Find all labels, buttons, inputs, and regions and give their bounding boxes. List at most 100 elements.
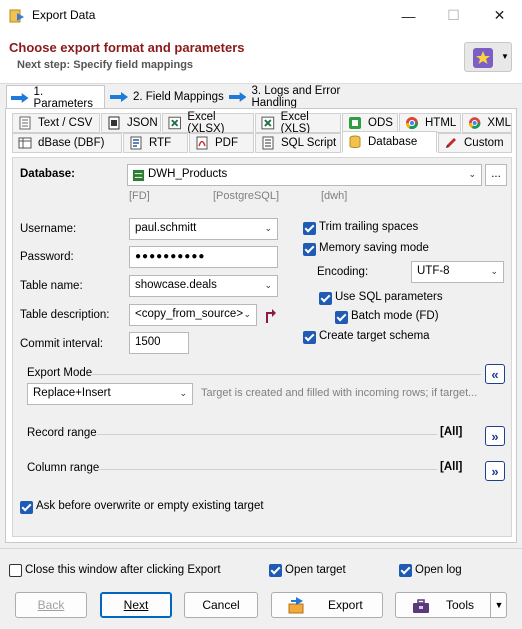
db-tag-fd: [FD]: [129, 190, 150, 202]
column-range-divider: [97, 469, 437, 470]
export-mode-divider: [89, 374, 481, 375]
open-log-checkbox[interactable]: [399, 564, 412, 577]
column-range-value: [All]: [440, 461, 463, 473]
database-label: Database:: [20, 168, 75, 180]
password-input[interactable]: ●●●●●●●●●●: [129, 246, 278, 268]
tab-rtf[interactable]: RTF: [123, 133, 188, 153]
undo-arrow-icon[interactable]: [263, 308, 277, 324]
tools-dropdown-arrow-icon[interactable]: ▼: [490, 593, 507, 617]
tab-json[interactable]: JSON: [101, 113, 161, 133]
tab-html[interactable]: HTML: [399, 113, 461, 133]
next-button[interactable]: Next: [100, 592, 172, 618]
wizard-footer: Close this window after clicking Export …: [0, 548, 522, 629]
window-title: Export Data: [32, 8, 96, 22]
cancel-button[interactable]: Cancel: [184, 592, 258, 618]
close-after-export-checkbox[interactable]: [9, 564, 22, 577]
chevron-down-icon: ▼: [501, 52, 509, 61]
title-bar: Export Data — ☐ ✕: [0, 0, 522, 31]
back-button[interactable]: Back: [15, 592, 87, 618]
ods-icon: [349, 117, 361, 129]
tab-ods[interactable]: ODS: [342, 113, 398, 133]
table-name-label: Table name:: [20, 280, 83, 292]
step-tabs: 1. Parameters 2. Field Mappings 3. Logs …: [0, 85, 522, 110]
database-icon: [349, 135, 361, 148]
export-app-icon: [9, 9, 24, 23]
use-sql-parameters-checkbox[interactable]: [319, 292, 332, 305]
export-mode-hint: Target is created and filled with incomi…: [201, 387, 478, 399]
export-icon: [288, 597, 304, 614]
chevron-down-icon: ⌄: [179, 388, 187, 398]
tab-sql-script[interactable]: SQL Script: [255, 133, 341, 153]
tab-text-csv[interactable]: Text / CSV: [12, 113, 100, 133]
chevron-down-icon: ⌄: [264, 223, 272, 233]
rtf-icon: [130, 136, 142, 150]
minimize-button[interactable]: —: [386, 0, 431, 31]
toolbox-icon: [413, 599, 429, 613]
tab-custom[interactable]: Custom: [438, 133, 512, 153]
table-description-label: Table description:: [20, 309, 110, 321]
tab-excel-xlsx[interactable]: Excel (XLSX): [162, 111, 254, 135]
arrow-right-icon: [229, 92, 247, 102]
trim-trailing-spaces-label: Trim trailing spaces: [319, 221, 419, 233]
tab-logs-error-handling[interactable]: 3. Logs and Error Handling: [225, 85, 385, 109]
chevron-down-icon: ⌄: [490, 266, 498, 276]
excel-icon: [168, 116, 181, 130]
chevron-down-icon: ⌄: [243, 309, 251, 319]
tab-xml[interactable]: XML: [462, 113, 512, 133]
json-icon: [108, 116, 120, 130]
close-after-export-label: Close this window after clicking Export: [25, 564, 221, 576]
tools-button[interactable]: Tools ▼: [395, 592, 507, 618]
star-icon: [473, 48, 493, 68]
excel-icon: [261, 116, 275, 130]
database-settings: Database: DWH_Products ⌄ ... [FD] [Postg…: [12, 157, 512, 537]
username-label: Username:: [20, 223, 77, 235]
record-range-value: [All]: [440, 426, 463, 438]
dbase-icon: [18, 137, 32, 149]
username-input[interactable]: paul.schmitt ⌄: [129, 218, 278, 240]
create-target-schema-label: Create target schema: [319, 330, 430, 342]
export-mode-label: Export Mode: [27, 367, 93, 379]
use-sql-parameters-label: Use SQL parameters: [335, 291, 443, 303]
close-button[interactable]: ✕: [477, 0, 522, 31]
collapse-export-mode-button[interactable]: «: [485, 364, 505, 384]
column-range-label: Column range: [27, 462, 100, 474]
parameters-panel: Text / CSV JSON Excel (XLSX) Excel (XLS)…: [5, 108, 517, 543]
create-target-schema-checkbox[interactable]: [303, 331, 316, 344]
trim-trailing-spaces-checkbox[interactable]: [303, 222, 316, 235]
chrome-icon: [406, 117, 418, 130]
commit-interval-input[interactable]: 1500: [129, 332, 189, 354]
batch-mode-checkbox[interactable]: [335, 311, 348, 324]
password-label: Password:: [20, 251, 74, 263]
page-title: Choose export format and parameters: [9, 40, 245, 55]
database-select[interactable]: DWH_Products ⌄: [127, 164, 482, 186]
table-name-input[interactable]: showcase.deals ⌄: [129, 275, 278, 297]
expand-column-range-button[interactable]: »: [485, 461, 505, 481]
export-button[interactable]: Export: [271, 592, 383, 618]
tab-dbase[interactable]: dBase (DBF): [12, 133, 122, 153]
sql-icon: [262, 136, 274, 150]
memory-saving-checkbox[interactable]: [303, 243, 316, 256]
chevron-down-icon: ⌄: [468, 169, 476, 179]
table-description-input[interactable]: <copy_from_source> ⌄: [129, 304, 257, 326]
favorites-button[interactable]: ▼: [464, 42, 512, 72]
next-step-hint: Next step: Specify field mappings: [17, 59, 194, 71]
export-mode-select[interactable]: Replace+Insert ⌄: [27, 383, 193, 405]
ask-before-overwrite-label: Ask before overwrite or empty existing t…: [36, 500, 264, 512]
browse-button[interactable]: ...: [485, 164, 507, 186]
db-tag-dwh: [dwh]: [321, 190, 348, 202]
commit-interval-label: Commit interval:: [20, 338, 104, 350]
tab-database[interactable]: Database: [342, 131, 437, 153]
ask-before-overwrite-checkbox[interactable]: [20, 501, 33, 514]
encoding-label: Encoding:: [317, 266, 369, 278]
open-log-label: Open log: [415, 564, 462, 576]
encoding-select[interactable]: UTF-8 ⌄: [411, 261, 504, 283]
tab-excel-xls[interactable]: Excel (XLS): [255, 111, 341, 135]
expand-record-range-button[interactable]: »: [485, 426, 505, 446]
open-target-checkbox[interactable]: [269, 564, 282, 577]
wizard-header: Choose export format and parameters Next…: [0, 31, 522, 84]
tab-parameters[interactable]: 1. Parameters: [6, 85, 105, 110]
tab-field-mappings[interactable]: 2. Field Mappings: [106, 86, 224, 108]
tab-pdf[interactable]: PDF: [189, 133, 254, 153]
arrow-right-icon: [11, 92, 29, 103]
maximize-button[interactable]: ☐: [431, 0, 476, 31]
